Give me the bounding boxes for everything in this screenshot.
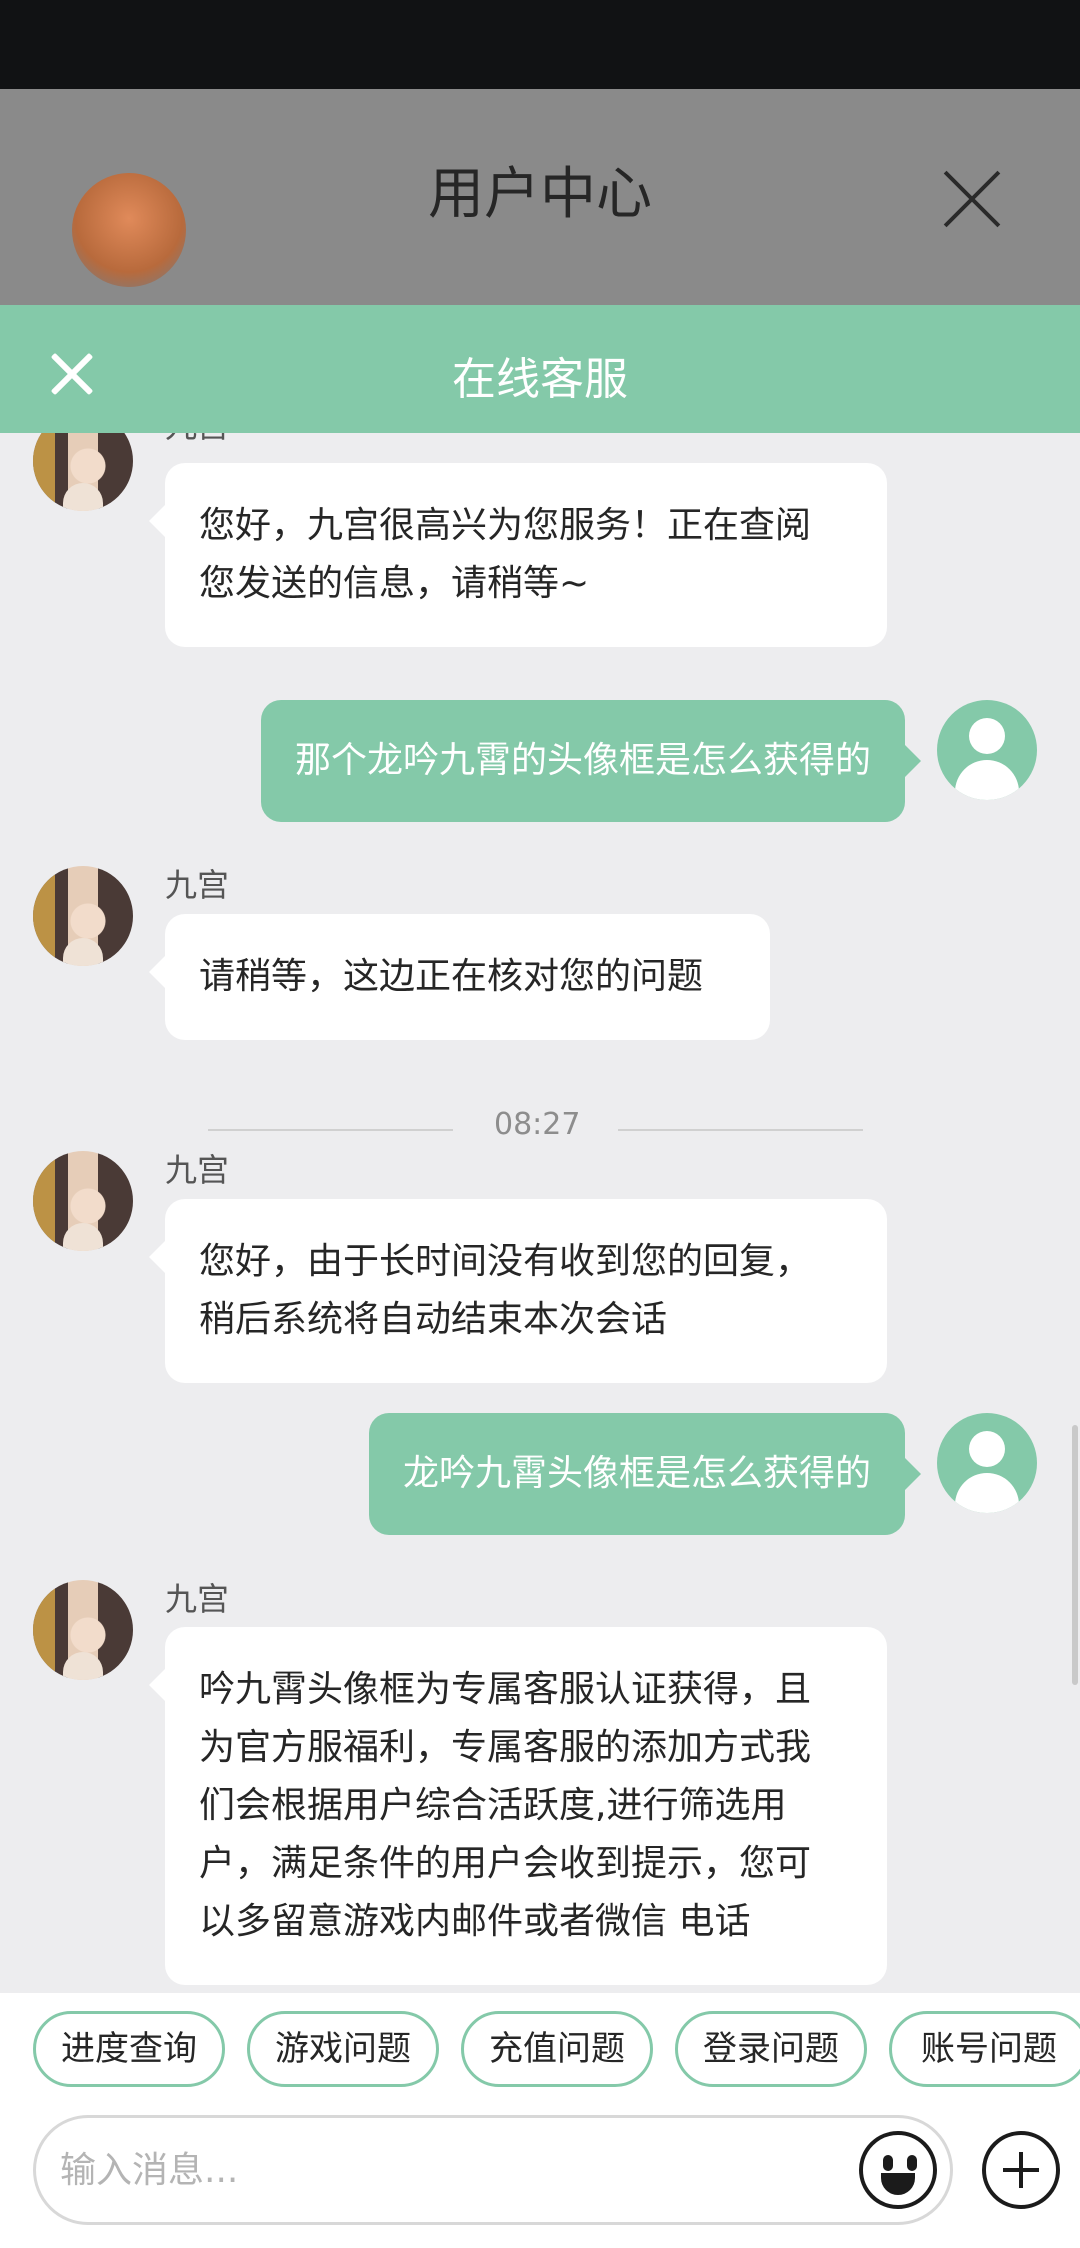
user-center-close-icon[interactable]	[940, 167, 1004, 231]
message-input-box[interactable]	[33, 2115, 953, 2225]
message-line: 户，满足条件的用户会收到提示，您可	[199, 1843, 812, 1884]
agent-message-bubble: 吟九霄头像框为专属客服认证获得，且 为官方服福利，专属客服的添加方式我 们会根据…	[149, 1627, 887, 1985]
divider-line	[208, 1129, 453, 1131]
agent-name: 九宫	[165, 866, 230, 904]
agent-name: 九宫	[165, 433, 229, 447]
message-line: 为官方服福利，专属客服的添加方式我	[199, 1727, 812, 1768]
user-avatar	[937, 700, 1037, 800]
user-avatar	[937, 1413, 1037, 1513]
divider-line	[618, 1129, 863, 1131]
emoji-eye	[883, 2155, 893, 2171]
chat-scrollbar[interactable]	[1072, 1425, 1078, 1685]
timestamp: 08:27	[494, 1107, 581, 1142]
user-center-avatar	[72, 173, 186, 287]
emoji-eye	[907, 2155, 917, 2171]
agent-name: 九宫	[165, 1580, 230, 1618]
user-message-bubble: 龙吟九霄头像框是怎么获得的	[368, 1413, 922, 1535]
message-line: 您好，九宫很高兴为您服务！正在查阅	[199, 505, 812, 546]
message-line: 吟九霄头像框为专属客服认证获得，且	[199, 1669, 812, 1710]
agent-avatar	[33, 866, 133, 966]
agent-message-bubble: 您好，由于长时间没有收到您的回复， 稍后系统将自动结束本次会话	[149, 1199, 887, 1383]
quick-reply-game[interactable]: 游戏问题	[247, 2011, 439, 2087]
input-area: 进度查询 游戏问题 充值问题 登录问题 账号问题	[0, 1993, 1080, 2248]
quick-reply-recharge[interactable]: 充值问题	[461, 2011, 653, 2087]
plus-icon[interactable]	[982, 2131, 1060, 2209]
agent-message-bubble: 您好，九宫很高兴为您服务！正在查阅 您发送的信息，请稍等~	[149, 463, 887, 647]
close-icon[interactable]	[50, 352, 94, 396]
message-line: 您好，由于长时间没有收到您的回复，	[199, 1241, 812, 1282]
agent-message-bubble: 请稍等，这边正在核对您的问题	[149, 914, 770, 1040]
chat-title: 在线客服	[452, 354, 628, 405]
agent-avatar	[33, 433, 133, 511]
agent-avatar	[33, 1151, 133, 1251]
chat-header: 在线客服	[0, 305, 1080, 433]
agent-name: 九宫	[165, 1151, 230, 1189]
chat-message-list[interactable]: 九宫 您好，九宫很高兴为您服务！正在查阅 您发送的信息，请稍等~ 那个龙吟九霄的…	[0, 433, 1080, 1993]
message-line: 稍后系统将自动结束本次会话	[199, 1299, 668, 1340]
user-message-bubble: 那个龙吟九霄的头像框是怎么获得的	[260, 700, 922, 822]
quick-reply-progress[interactable]: 进度查询	[33, 2011, 225, 2087]
message-line: 请稍等，这边正在核对您的问题	[199, 956, 704, 997]
message-input[interactable]	[60, 2138, 840, 2202]
message-line: 您发送的信息，请稍等~	[199, 563, 590, 604]
message-line: 们会根据用户综合活跃度,进行筛选用	[199, 1785, 787, 1826]
emoji-mouth	[881, 2173, 915, 2195]
quick-reply-login[interactable]: 登录问题	[675, 2011, 867, 2087]
emoji-icon[interactable]	[859, 2131, 937, 2209]
quick-reply-account[interactable]: 账号问题	[889, 2011, 1080, 2087]
message-line: 以多留意游戏内邮件或者微信 电话	[199, 1901, 751, 1942]
status-bar	[0, 0, 1080, 89]
agent-avatar	[33, 1580, 133, 1680]
